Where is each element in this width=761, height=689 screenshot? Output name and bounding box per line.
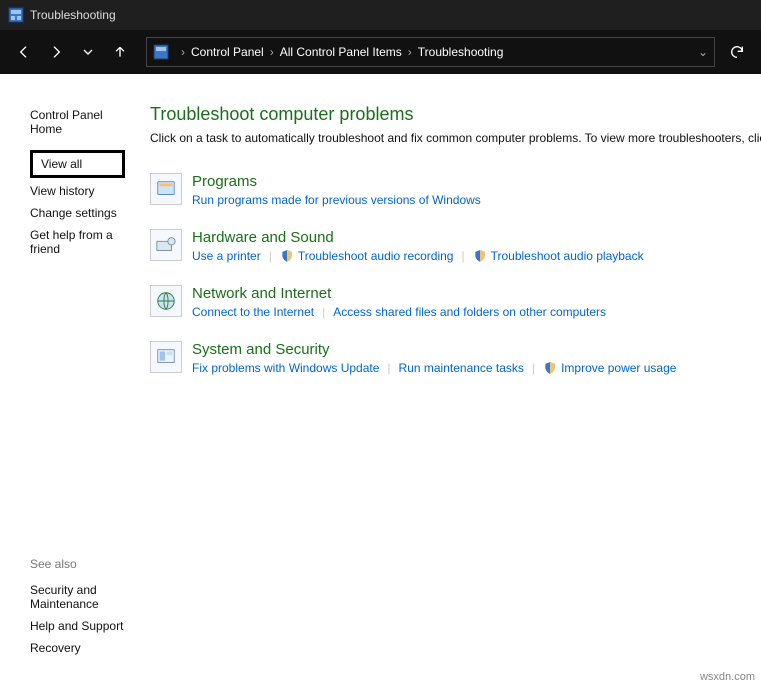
link-connect-internet[interactable]: Connect to the Internet: [192, 305, 314, 319]
link-audio-recording[interactable]: Troubleshoot audio recording: [298, 249, 454, 263]
page-title: Troubleshoot computer problems: [150, 104, 761, 125]
back-button[interactable]: [10, 38, 38, 66]
breadcrumb-all-items[interactable]: All Control Panel Items: [280, 45, 402, 59]
link-power-usage[interactable]: Improve power usage: [561, 361, 676, 375]
chevron-right-icon[interactable]: ›: [181, 45, 185, 59]
address-bar[interactable]: › Control Panel › All Control Panel Item…: [146, 37, 715, 67]
breadcrumb-control-panel[interactable]: Control Panel: [191, 45, 264, 59]
system-icon: [150, 341, 182, 373]
sidebar: Control Panel Home View all View history…: [0, 74, 125, 689]
sidebar-change-settings[interactable]: Change settings: [30, 202, 125, 224]
sidebar-view-history[interactable]: View history: [30, 180, 125, 202]
page-subtitle: Click on a task to automatically trouble…: [150, 131, 761, 145]
window-title: Troubleshooting: [30, 8, 116, 22]
programs-icon: [150, 173, 182, 205]
shield-icon: [473, 249, 487, 263]
link-shared-files[interactable]: Access shared files and folders on other…: [333, 305, 606, 319]
network-icon: [150, 285, 182, 317]
see-also-header: See also: [30, 557, 125, 571]
chevron-right-icon[interactable]: ›: [270, 45, 274, 59]
link-run-compat[interactable]: Run programs made for previous versions …: [192, 193, 481, 207]
category-system-title[interactable]: System and Security: [192, 341, 676, 358]
up-button[interactable]: [106, 38, 134, 66]
link-windows-update[interactable]: Fix problems with Windows Update: [192, 361, 379, 375]
category-programs-title[interactable]: Programs: [192, 173, 481, 190]
forward-button[interactable]: [42, 38, 70, 66]
title-bar: Troubleshooting: [0, 0, 761, 30]
category-hardware: Hardware and Sound Use a printer | Troub…: [150, 229, 761, 263]
see-also-section: See also Security and Maintenance Help a…: [30, 557, 125, 689]
sidebar-home[interactable]: Control Panel Home: [30, 104, 125, 140]
sidebar-view-all[interactable]: View all: [30, 150, 125, 178]
category-hardware-title[interactable]: Hardware and Sound: [192, 229, 644, 246]
category-network: Network and Internet Connect to the Inte…: [150, 285, 761, 319]
sidebar-get-help[interactable]: Get help from a friend: [30, 224, 125, 260]
category-system: System and Security Fix problems with Wi…: [150, 341, 761, 375]
breadcrumb-troubleshooting[interactable]: Troubleshooting: [418, 45, 504, 59]
nav-bar: › Control Panel › All Control Panel Item…: [0, 30, 761, 74]
see-also-recovery[interactable]: Recovery: [30, 637, 125, 659]
control-panel-icon: [153, 44, 169, 60]
main-content: Troubleshoot computer problems Click on …: [125, 74, 761, 689]
chevron-right-icon[interactable]: ›: [408, 45, 412, 59]
shield-icon: [280, 249, 294, 263]
see-also-security[interactable]: Security and Maintenance: [30, 579, 125, 615]
hardware-icon: [150, 229, 182, 261]
link-printer[interactable]: Use a printer: [192, 249, 261, 263]
recent-dropdown[interactable]: [74, 38, 102, 66]
link-audio-playback[interactable]: Troubleshoot audio playback: [491, 249, 644, 263]
category-network-title[interactable]: Network and Internet: [192, 285, 606, 302]
category-programs: Programs Run programs made for previous …: [150, 173, 761, 207]
refresh-button[interactable]: [723, 38, 751, 66]
address-dropdown[interactable]: ⌄: [698, 45, 708, 59]
link-maintenance[interactable]: Run maintenance tasks: [399, 361, 524, 375]
watermark: wsxdn.com: [700, 671, 755, 683]
see-also-help[interactable]: Help and Support: [30, 615, 125, 637]
control-panel-icon: [8, 7, 24, 23]
shield-icon: [543, 361, 557, 375]
